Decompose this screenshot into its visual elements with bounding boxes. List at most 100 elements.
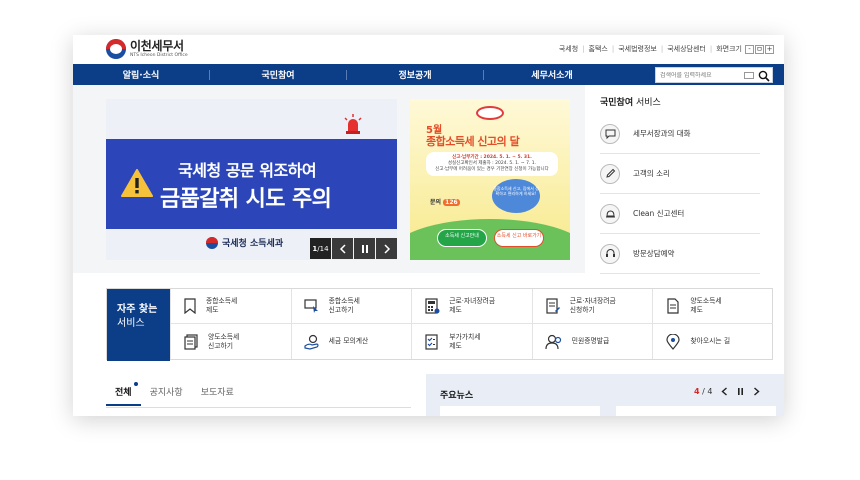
main-nav: 알림·소식 국민참여 정보공개 세무서소개 bbox=[73, 64, 784, 85]
pencil-icon bbox=[600, 163, 620, 184]
freq-item-transfer-file[interactable]: 양도소득세 신고하기 bbox=[170, 324, 291, 359]
screen-size-label: 화면크기 bbox=[716, 45, 742, 53]
document-icon bbox=[667, 298, 679, 314]
zoom-in-button[interactable]: + bbox=[765, 44, 774, 54]
virtual-keyboard-icon[interactable] bbox=[744, 71, 754, 79]
zoom-reset-button[interactable]: ㅁ bbox=[755, 44, 764, 54]
news-page-indicator: 4 / 4 bbox=[694, 387, 713, 396]
banner2-title: 종합소득세 신고의 달 bbox=[426, 135, 520, 148]
slider-next-button[interactable] bbox=[376, 238, 397, 259]
search-icon[interactable] bbox=[758, 70, 770, 82]
service-item-visit[interactable]: 방문상담예약 bbox=[600, 234, 760, 274]
banner-headline-1: 국세청 공문 위조하여 bbox=[178, 161, 317, 180]
search-box bbox=[655, 67, 773, 83]
site-header: 이천세무서 NTS Icheon District Office 국세청 | 홈… bbox=[73, 35, 784, 64]
banner-headline-2: 금품갈취 시도 주의 bbox=[160, 187, 332, 212]
bookmark-icon bbox=[184, 298, 196, 314]
utility-links: 국세청 | 홈택스 | 국세법령정보 | 국세상담센터 | 화면크기 - ㅁ + bbox=[558, 44, 774, 54]
document-stack-icon bbox=[184, 333, 198, 350]
zoom-out-button[interactable]: - bbox=[745, 44, 754, 54]
banner2-bubble: 종합소득세 신고, 집에서 정확하고 편리하게 하세요! bbox=[492, 179, 540, 213]
service-label: Clean 신고센터 bbox=[633, 209, 685, 218]
logo-title: 이천세무서 bbox=[130, 38, 184, 53]
checklist-icon bbox=[425, 333, 438, 350]
pause-icon[interactable] bbox=[737, 387, 744, 396]
slider-controls: 1/14 bbox=[309, 238, 397, 259]
chevron-right-icon[interactable] bbox=[753, 387, 761, 396]
freq-item-directions[interactable]: 찾아오시는 길 bbox=[652, 324, 773, 359]
chevron-left-icon[interactable] bbox=[721, 387, 728, 396]
util-link-nts[interactable]: 국세청 bbox=[559, 44, 578, 54]
frequent-grid: 종합소득세 제도 종합소득세 신고하기 근로·자녀장려금 제도 근로·자녀장려금 신청하… bbox=[170, 289, 773, 360]
news-title: 주요뉴스 bbox=[440, 391, 474, 401]
headset-icon bbox=[600, 243, 620, 264]
tab-all[interactable]: 전체 bbox=[106, 382, 141, 406]
zoom-controls: - ㅁ + bbox=[745, 44, 774, 54]
people-icon bbox=[545, 334, 561, 349]
site-logo[interactable]: 이천세무서 NTS Icheon District Office bbox=[106, 39, 188, 59]
bell-icon bbox=[600, 203, 620, 224]
freq-item-tax-simulator[interactable]: 세금 모의계산 bbox=[290, 324, 412, 359]
pause-icon bbox=[361, 244, 368, 253]
siren-icon bbox=[344, 114, 362, 134]
freq-item-transfer-system[interactable]: 양도소득세 제도 bbox=[652, 289, 773, 324]
main-news: 주요뉴스 4 / 4 bbox=[426, 374, 784, 416]
slider-pause-button[interactable] bbox=[354, 238, 375, 259]
nav-item-participation[interactable]: 국민참여 bbox=[210, 68, 346, 81]
news-controls: 4 / 4 bbox=[694, 387, 761, 396]
new-dot-icon bbox=[133, 382, 138, 386]
service-item-clean[interactable]: Clean 신고센터 bbox=[600, 194, 760, 234]
chevron-right-icon bbox=[383, 243, 390, 254]
util-link-counsel[interactable]: 국세상담센터 bbox=[667, 44, 706, 54]
map-pin-icon bbox=[666, 333, 680, 350]
service-item-voice[interactable]: 고객의 소리 bbox=[600, 154, 760, 194]
freq-item-certificate[interactable]: 민원증명발급 bbox=[531, 324, 653, 359]
search-input[interactable] bbox=[656, 71, 742, 79]
chat-icon bbox=[600, 123, 620, 144]
tab-press[interactable]: 보도자료 bbox=[192, 385, 243, 406]
slider-page-indicator: 1/14 bbox=[310, 238, 331, 259]
service-item-chat[interactable]: 세무서장과의 대화 bbox=[600, 114, 760, 154]
frequent-services: 자주 찾는 서비스 종합소득세 제도 종합소득세 신고하기 근로·자녀장려금 제도 근… bbox=[106, 288, 773, 361]
calculator-icon bbox=[425, 298, 440, 314]
chevron-left-icon bbox=[339, 243, 346, 254]
news-card[interactable] bbox=[440, 406, 600, 416]
freq-item-income-system[interactable]: 종합소득세 제도 bbox=[170, 289, 291, 324]
banner2-inquiry: 문의 126 bbox=[430, 199, 460, 206]
browser-window: 이천세무서 NTS Icheon District Office 국세청 | 홈… bbox=[73, 35, 784, 416]
nav-item-about[interactable]: 세무서소개 bbox=[484, 68, 620, 81]
government-emblem-icon bbox=[206, 236, 218, 249]
government-emblem-icon bbox=[106, 39, 126, 59]
freq-item-eitc-system[interactable]: 근로·자녀장려금 제도 bbox=[411, 289, 532, 324]
income-tax-guide-button[interactable]: 소득세 신고안내 bbox=[437, 229, 487, 247]
cursor-icon bbox=[303, 299, 318, 313]
service-label: 방문상담예약 bbox=[633, 249, 675, 258]
freq-item-eitc-apply[interactable]: 근로·자녀장려금 신청하기 bbox=[531, 289, 653, 324]
banner-footer: 국세청 소득세과 bbox=[206, 236, 283, 249]
util-link-hometax[interactable]: 홈택스 bbox=[589, 44, 608, 54]
services-title: 국민참여 서비스 bbox=[600, 98, 661, 108]
service-label: 고객의 소리 bbox=[633, 169, 670, 178]
warning-icon bbox=[121, 169, 153, 197]
nav-item-news[interactable]: 알림·소식 bbox=[73, 68, 209, 81]
util-link-law[interactable]: 국세법령정보 bbox=[618, 44, 657, 54]
logo-subtitle: NTS Icheon District Office bbox=[130, 52, 188, 58]
participation-services: 국민참여 서비스 세무서장과의 대화 고객의 소리 Clean 신고센터 방문상… bbox=[600, 95, 760, 274]
income-tax-file-button[interactable]: 소득세 신고 바로가기 bbox=[494, 229, 544, 247]
board-tabs: 전체 공지사항 보도자료 bbox=[106, 382, 243, 406]
tab-notices[interactable]: 공지사항 bbox=[141, 385, 192, 406]
notice-banner[interactable]: 국세청 공문 위조하여 금품갈취 시도 주의 국세청 소득세과 bbox=[106, 99, 397, 260]
hand-coin-icon bbox=[303, 334, 319, 350]
income-tax-banner[interactable]: 5월 종합소득세 신고의 달 신고·납부기간 : 2024. 5. 1. ~ 5… bbox=[410, 99, 570, 260]
freq-item-vat-system[interactable]: 부가가치세 제도 bbox=[411, 324, 532, 359]
banner2-dates: 신고·납부기간 : 2024. 5. 1. ~ 5. 31. 성실신고확인서 제… bbox=[426, 152, 558, 176]
nav-item-disclosure[interactable]: 정보공개 bbox=[347, 68, 483, 81]
slider-prev-button[interactable] bbox=[332, 238, 353, 259]
heart-badge-icon bbox=[476, 106, 504, 120]
banner-footer-text: 국세청 소득세과 bbox=[222, 239, 284, 249]
news-card[interactable] bbox=[616, 406, 776, 416]
service-label: 세무서장과의 대화 bbox=[633, 129, 691, 138]
freq-item-income-file[interactable]: 종합소득세 신고하기 bbox=[290, 289, 412, 324]
document-edit-icon bbox=[546, 298, 560, 314]
frequent-services-title: 자주 찾는 서비스 bbox=[107, 289, 170, 361]
